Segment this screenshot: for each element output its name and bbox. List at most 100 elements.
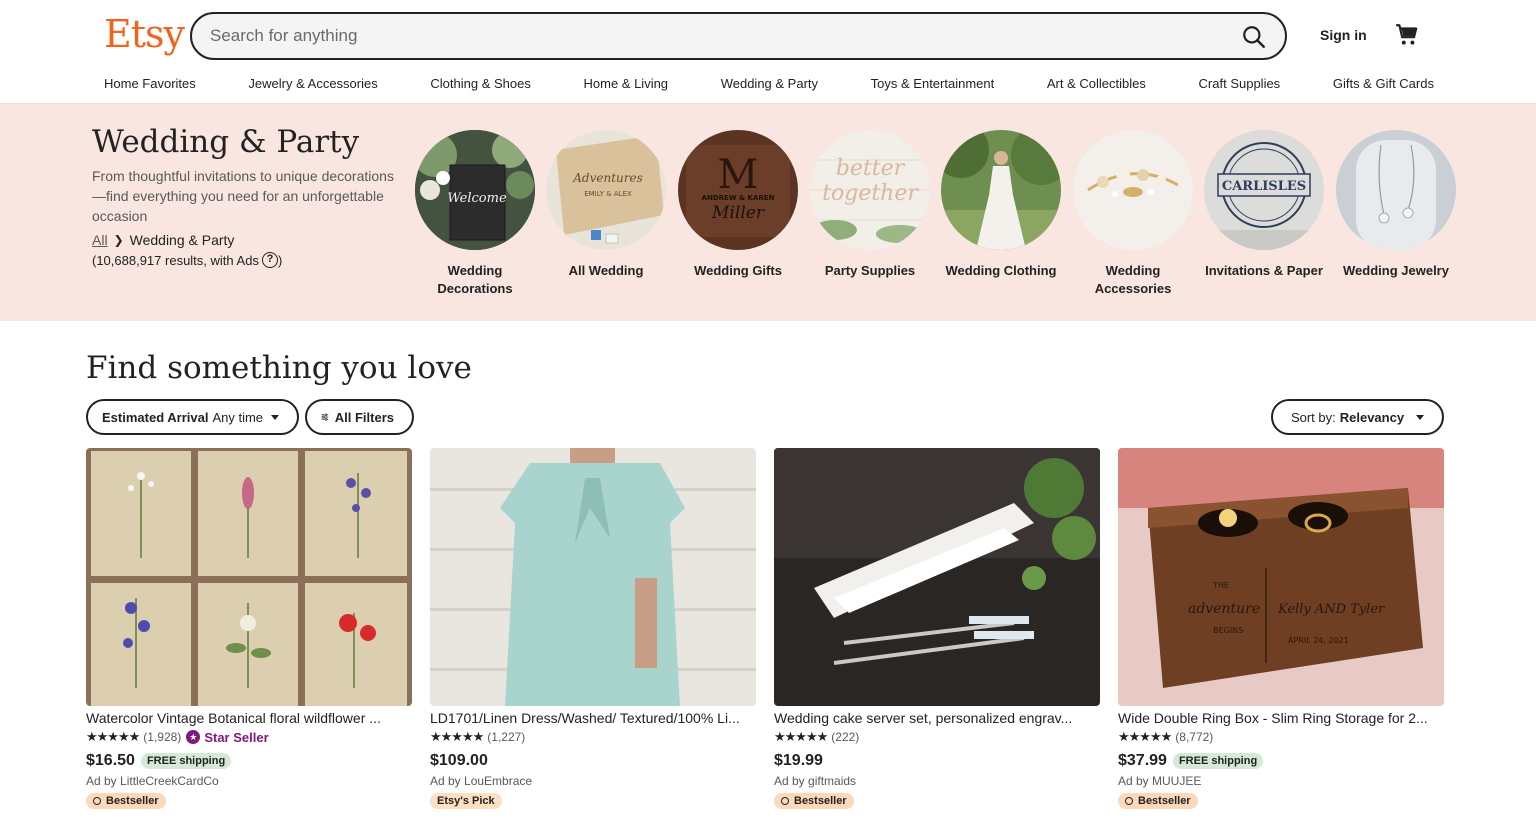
category-label: Invitations & Paper — [1205, 263, 1323, 278]
listing-rating: ★★★★★ (222) — [774, 729, 1100, 745]
estimated-arrival-filter[interactable]: Estimated Arrival Any time — [86, 399, 299, 435]
ad-by-shop[interactable]: Ad by giftmaids — [774, 774, 1100, 788]
listing-rating: ★★★★★ (8,772) — [1118, 729, 1444, 745]
review-count: (8,772) — [1175, 730, 1214, 744]
listing-image[interactable] — [86, 448, 412, 706]
search-bar — [190, 12, 1287, 60]
filter-sliders-icon — [321, 413, 329, 421]
star-rating-icon: ★★★★★ — [774, 729, 828, 744]
listing-title[interactable]: Watercolor Vintage Botanical floral wild… — [86, 710, 412, 726]
etsys-pick-badge: Etsy's Pick — [430, 793, 502, 809]
nav-craft-supplies[interactable]: Craft Supplies — [1199, 76, 1281, 91]
category-wedding-decorations[interactable]: Welcome Wedding Decorations — [409, 130, 541, 298]
sort-label: Sort by: — [1290, 409, 1336, 425]
bestseller-badge: Bestseller — [774, 793, 854, 809]
category-invitations-paper[interactable]: CARLISLES Invitations & Paper — [1198, 130, 1330, 280]
category-label: Wedding Gifts — [694, 263, 782, 278]
caret-down-icon — [1416, 414, 1425, 420]
all-filters-label: All Filters — [334, 409, 394, 425]
listing-rating: ★★★★★ (1,928) ★ Star Seller — [86, 729, 412, 745]
listing-title[interactable]: Wide Double Ring Box - Slim Ring Storage… — [1118, 710, 1444, 726]
wedding-accessories-image — [1073, 130, 1193, 250]
category-wedding-accessories[interactable]: Wedding Accessories — [1067, 130, 1199, 298]
help-icon[interactable]: ? — [261, 252, 278, 268]
nav-clothing-shoes[interactable]: Clothing & Shoes — [430, 76, 530, 91]
cart-icon[interactable] — [1394, 22, 1420, 48]
sign-in-link[interactable]: Sign in — [1320, 27, 1367, 43]
listing-card: Watercolor Vintage Botanical floral wild… — [86, 448, 412, 809]
category-hero: Wedding & Party From thoughtful invitati… — [0, 104, 1536, 321]
badge-label: Etsy's Pick — [437, 795, 495, 807]
all-filters-button[interactable]: All Filters — [305, 399, 414, 435]
results-count: (10,688,917 results, with Ads ? ) — [92, 252, 282, 268]
medal-icon — [781, 797, 789, 805]
wedding-clothing-image — [941, 130, 1061, 250]
category-wedding-jewelry[interactable]: Wedding Jewelry — [1330, 130, 1462, 280]
review-count: (1,227) — [487, 730, 526, 744]
review-count: (1,928) — [143, 730, 182, 744]
listing-image[interactable] — [430, 448, 756, 706]
svg-text:BEGINS: BEGINS — [1213, 626, 1243, 635]
svg-text:better: better — [836, 156, 906, 181]
listing-title[interactable]: LD1701/Linen Dress/Washed/ Textured/100%… — [430, 710, 756, 726]
results-close-paren: ) — [277, 252, 283, 268]
category-description: From thoughtful invitations to unique de… — [92, 168, 394, 224]
chevron-right-icon: ❯ — [113, 233, 124, 247]
nav-jewelry-accessories[interactable]: Jewelry & Accessories — [248, 76, 377, 91]
listing-title[interactable]: Wedding cake server set, personalized en… — [774, 710, 1100, 726]
price-row: $109.00 — [430, 751, 756, 771]
listing-image[interactable] — [774, 448, 1100, 706]
category-label: All Wedding — [568, 263, 644, 278]
category-label: Wedding Decorations — [437, 263, 513, 296]
svg-text:THE: THE — [1212, 581, 1229, 590]
star-rating-icon: ★★★★★ — [1118, 729, 1172, 744]
listing-price: $19.99 — [774, 752, 823, 769]
svg-text:together: together — [822, 181, 919, 206]
category-all-wedding[interactable]: Adventures EMILY & ALEX All Wedding — [540, 130, 672, 280]
badge-label: Bestseller — [106, 795, 159, 807]
wedding-gifts-image: M ANDREW & KAREN Miller — [678, 130, 798, 250]
listing-image[interactable]: THE adventure BEGINS Kelly AND Tyler APR… — [1118, 448, 1444, 706]
star-rating-icon: ★★★★★ — [86, 729, 140, 744]
price-row: $16.50 FREE shipping — [86, 751, 412, 771]
medal-icon — [1125, 797, 1133, 805]
star-seller-icon: ★ — [186, 730, 201, 744]
category-nav: Home Favorites Jewelry & Accessories Clo… — [104, 76, 1434, 91]
section-heading: Find something you love — [86, 350, 472, 386]
nav-wedding-party[interactable]: Wedding & Party — [721, 76, 818, 91]
etsy-logo[interactable]: Etsy — [104, 12, 185, 56]
ad-by-shop[interactable]: Ad by MUUJEE — [1118, 774, 1444, 788]
price-row: $37.99 FREE shipping — [1118, 751, 1444, 771]
svg-text:Welcome: Welcome — [447, 191, 507, 206]
category-wedding-clothing[interactable]: Wedding Clothing — [935, 130, 1067, 280]
site-header: Etsy Sign in Home Favorites Jewelry & Ac… — [0, 0, 1536, 104]
listing-price: $109.00 — [430, 752, 488, 769]
svg-text:Kelly AND Tyler: Kelly AND Tyler — [1277, 602, 1385, 617]
sort-dropdown[interactable]: Sort by: Relevancy — [1271, 399, 1444, 435]
category-label: Wedding Jewelry — [1343, 263, 1449, 278]
search-icon[interactable] — [1241, 24, 1267, 50]
svg-text:Adventures: Adventures — [572, 171, 643, 185]
bestseller-badge: Bestseller — [1118, 793, 1198, 809]
breadcrumb-current: Wedding & Party — [129, 232, 235, 248]
nav-gifts-gift-cards[interactable]: Gifts & Gift Cards — [1333, 76, 1434, 91]
category-wedding-gifts[interactable]: M ANDREW & KAREN Miller Wedding Gifts — [672, 130, 804, 280]
nav-toys-entertainment[interactable]: Toys & Entertainment — [871, 76, 995, 91]
nav-home-favorites[interactable]: Home Favorites — [104, 76, 196, 91]
sort-value: Relevancy — [1339, 409, 1405, 425]
nav-art-collectibles[interactable]: Art & Collectibles — [1047, 76, 1146, 91]
ad-by-shop[interactable]: Ad by LouEmbrace — [430, 774, 756, 788]
price-row: $19.99 — [774, 751, 1100, 771]
listing-card: THE adventure BEGINS Kelly AND Tyler APR… — [1118, 448, 1444, 809]
page-title: Wedding & Party — [92, 124, 360, 160]
category-label: Party Supplies — [824, 263, 916, 278]
search-input[interactable] — [210, 24, 1210, 48]
category-party-supplies[interactable]: better together Party Supplies — [804, 130, 936, 280]
ad-by-shop[interactable]: Ad by LittleCreekCardCo — [86, 774, 412, 788]
breadcrumb-all-link[interactable]: All — [92, 232, 108, 248]
category-label: Wedding Clothing — [945, 263, 1057, 278]
listing-card: Wedding cake server set, personalized en… — [774, 448, 1100, 809]
party-supplies-image: better together — [810, 130, 930, 250]
nav-home-living[interactable]: Home & Living — [584, 76, 669, 91]
free-shipping-badge: FREE shipping — [1172, 753, 1264, 769]
